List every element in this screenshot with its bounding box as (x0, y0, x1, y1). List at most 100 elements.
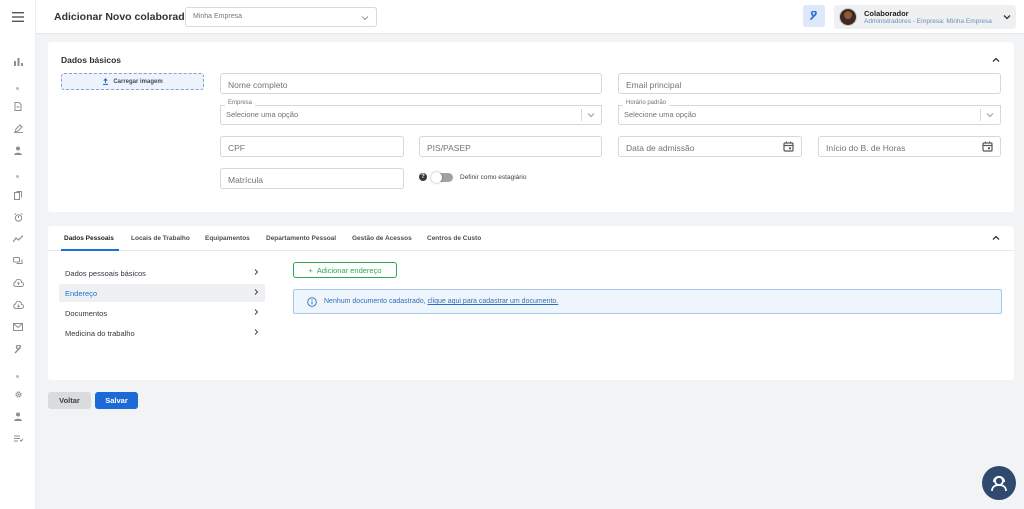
subnav-label: Medicina do trabalho (65, 329, 135, 338)
subnav-label: Endereço (65, 289, 98, 298)
chevron-down-icon (587, 113, 595, 118)
chevron-right-icon (254, 309, 259, 315)
schedule-dropdown[interactable]: Horário padrão Selecione uma opção (618, 100, 1001, 125)
company-dropdown-value: Selecione uma opção (226, 110, 299, 119)
schedule-legend: Horário padrão (623, 100, 670, 106)
info-message: Nenhum documento cadastrado, clique aqui… (324, 298, 558, 305)
chevron-right-icon (254, 329, 259, 335)
gear-icon[interactable] (0, 387, 36, 401)
calendar-icon[interactable] (783, 141, 794, 152)
section-title: Dados básicos (61, 55, 121, 65)
trend-icon[interactable] (0, 232, 36, 246)
cloud-down-icon[interactable] (0, 298, 36, 312)
back-button[interactable]: Voltar (48, 392, 91, 409)
intern-toggle[interactable] (431, 172, 453, 183)
full-name-placeholder: Nome completo (228, 79, 288, 90)
support-agent-icon (991, 475, 1007, 492)
tab-equipamentos[interactable]: Equipamentos (205, 235, 250, 242)
save-button[interactable]: Salvar (95, 392, 138, 409)
alarm-icon[interactable] (0, 210, 36, 224)
basic-data-card: Dados básicos Carregar imagem Nome compl… (48, 42, 1014, 212)
chevron-down-icon (986, 113, 994, 118)
registration-placeholder: Matrícula (228, 174, 263, 185)
chevron-down-icon (361, 16, 369, 21)
chevron-up-icon[interactable] (991, 233, 1001, 243)
subnav-label: Documentos (65, 309, 108, 318)
company-select[interactable]: Minha Empresa (185, 7, 377, 27)
info-icon (307, 297, 317, 307)
toggle-knob (431, 172, 442, 183)
pis-field[interactable]: PIS/PASEP (419, 136, 602, 157)
list-icon[interactable] (0, 431, 36, 445)
topbar: Adicionar Novo colaborador Minha Empresa… (36, 0, 1024, 34)
chevron-right-icon (254, 269, 259, 275)
hours-bank-start-field[interactable]: Início do B. de Horas (818, 136, 1001, 157)
company-dropdown[interactable]: Empresa Selecione uma opção (220, 100, 602, 125)
tab-dados-pessoais[interactable]: Dados Pessoais (64, 235, 114, 242)
add-address-label: Adicionar endereço (316, 265, 382, 275)
document-icon[interactable] (0, 99, 36, 113)
wrench-icon (809, 11, 818, 21)
support-button[interactable] (982, 466, 1016, 500)
sidebar-separator-dot (16, 87, 19, 90)
tab-bar: Dados Pessoais Locais de Trabalho Equipa… (48, 226, 1014, 251)
email-field[interactable]: Email principal (618, 73, 1001, 94)
full-name-field[interactable]: Nome completo (220, 73, 602, 94)
plus-icon: + (308, 265, 313, 275)
mail-icon[interactable] (0, 320, 36, 334)
cloud-up-icon[interactable] (0, 276, 36, 290)
user-icon[interactable] (0, 143, 36, 157)
tab-departamento-pessoal[interactable]: Departamento Pessoal (266, 235, 336, 242)
upload-icon (103, 78, 109, 85)
bar-chart-icon[interactable] (0, 55, 36, 69)
subnav-medicina-do-trabalho[interactable]: Medicina do trabalho (59, 324, 265, 342)
user-role: Administradores - Empresa: Minha Empresa (864, 18, 992, 25)
active-tab-indicator (61, 249, 119, 251)
person-icon[interactable] (0, 409, 36, 423)
sidebar (0, 0, 36, 509)
details-card: Dados Pessoais Locais de Trabalho Equipa… (48, 226, 1014, 380)
add-address-button[interactable]: + Adicionar endereço (293, 262, 397, 278)
user-menu[interactable]: Colaborador Administradores - Empresa: M… (834, 5, 1016, 29)
company-select-value: Minha Empresa (193, 13, 243, 20)
cpf-placeholder: CPF (228, 142, 245, 153)
upload-image-button[interactable]: Carregar imagem (61, 73, 204, 90)
page-title: Adicionar Novo colaborador (54, 11, 196, 23)
tab-locais-de-trabalho[interactable]: Locais de Trabalho (131, 235, 190, 242)
tab-centros-de-custo[interactable]: Centros de Custo (427, 235, 481, 242)
files-icon[interactable] (0, 188, 36, 202)
admission-date-field[interactable]: Data de admissão (618, 136, 802, 157)
chevron-up-icon[interactable] (991, 55, 1001, 65)
avatar (839, 8, 857, 26)
email-placeholder: Email principal (626, 79, 682, 90)
chevron-down-icon (1003, 15, 1011, 20)
pen-icon[interactable] (0, 121, 36, 135)
tools-button[interactable] (803, 5, 825, 27)
hours-bank-start-placeholder: Início do B. de Horas (826, 142, 906, 153)
registration-field[interactable]: Matrícula (220, 168, 404, 189)
company-legend: Empresa (225, 100, 256, 106)
chat-icon[interactable] (0, 254, 36, 268)
schedule-dropdown-value: Selecione uma opção (624, 110, 697, 119)
dropdown-divider (581, 109, 582, 121)
upload-image-label: Carregar imagem (113, 78, 163, 85)
admission-date-placeholder: Data de admissão (626, 142, 695, 153)
subnav-label: Dados pessoais básicos (65, 269, 146, 278)
subnav-dados-pessoais-basicos[interactable]: Dados pessoais básicos (59, 264, 265, 282)
sidebar-separator-dot (16, 375, 19, 378)
wrench-icon[interactable] (0, 342, 36, 356)
info-alert: Nenhum documento cadastrado, clique aqui… (293, 289, 1002, 314)
help-icon[interactable]: ? (419, 173, 427, 181)
tab-gestao-de-acessos[interactable]: Gestão de Acessos (352, 235, 412, 242)
register-document-link[interactable]: clique aqui para cadastrar um documento. (428, 298, 559, 305)
pis-placeholder: PIS/PASEP (427, 142, 471, 153)
menu-icon[interactable] (0, 10, 36, 24)
subnav-documentos[interactable]: Documentos (59, 304, 265, 322)
sidebar-separator-dot (16, 175, 19, 178)
subnav-endereco[interactable]: Endereço (59, 284, 265, 302)
intern-toggle-label: Definir como estagiário (460, 174, 527, 181)
cpf-field[interactable]: CPF (220, 136, 404, 157)
chevron-right-icon (254, 289, 259, 295)
info-text: Nenhum documento cadastrado, (324, 298, 426, 305)
calendar-icon[interactable] (982, 141, 993, 152)
